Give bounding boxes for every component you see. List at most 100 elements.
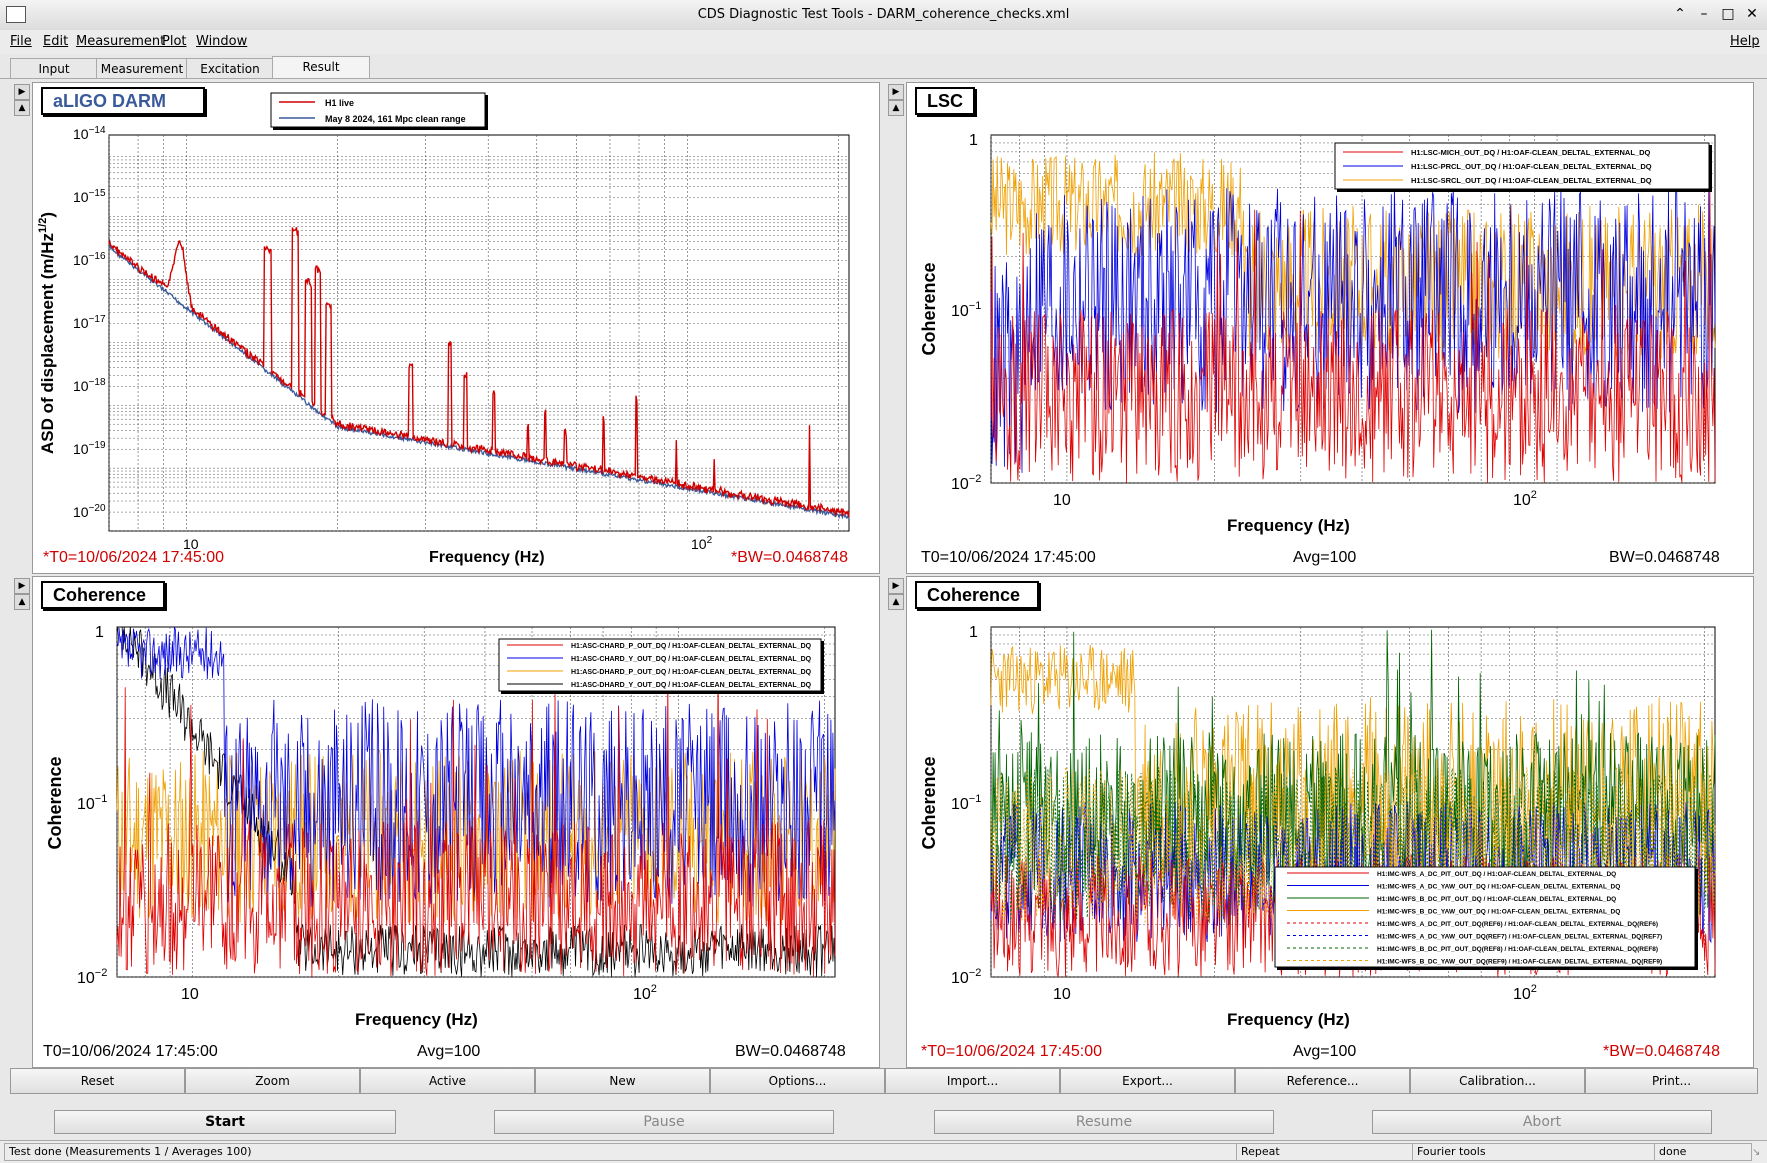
legend: H1:ASC-CHARD_P_OUT_DQ / H1:OAF-CLEAN_DEL… — [498, 638, 824, 694]
legend: H1:LSC-MICH_OUT_DQ / H1:OAF-CLEAN_DELTAL… — [1334, 142, 1712, 192]
x-axis-label: Frequency (Hz) — [1227, 1010, 1350, 1029]
y-tick-labels: 10−14 10−15 10−16 10−17 10−18 10−19 10−2… — [73, 125, 106, 520]
x-axis-label: Frequency (Hz) — [355, 1010, 478, 1029]
legend-entry: H1:ASC-CHARD_P_OUT_DQ / H1:OAF-CLEAN_DEL… — [571, 643, 812, 650]
t0-label: T0=10/06/2024 17:45:00 — [43, 1043, 218, 1060]
x-tick-labels: 10 102 — [1053, 983, 1537, 1003]
legend-entry: H1:IMC-WFS_B_DC_PIT_OUT_DQ / H1:OAF-CLEA… — [1377, 896, 1616, 903]
tab-bar: Input Measurement Excitation Result — [0, 56, 1767, 80]
menu-edit[interactable]: Edit — [43, 34, 68, 49]
maximize-button[interactable]: □ — [1718, 4, 1738, 24]
expand-arrow-icon[interactable]: ▶ — [888, 578, 904, 594]
legend-entry: H1:IMC-WFS_B_DC_YAW_OUT_DQ / H1:OAF-CLEA… — [1377, 909, 1620, 916]
menu-help[interactable]: Help — [1730, 34, 1760, 49]
bw-label: BW=0.0468748 — [735, 1043, 846, 1060]
resume-button[interactable]: Resume — [934, 1110, 1274, 1134]
expand-arrow-icon[interactable]: ▶ — [888, 84, 904, 100]
calibration-button[interactable]: Calibration... — [1410, 1068, 1585, 1094]
t0-label: *T0=10/06/2024 17:45:00 — [921, 1043, 1103, 1060]
y-tick-labels: 1 10−1 10−2 — [77, 624, 107, 987]
menu-file[interactable]: File — [10, 34, 32, 49]
svg-text:10−1: 10−1 — [951, 793, 981, 813]
svg-text:10−18: 10−18 — [73, 377, 106, 394]
avg-label: Avg=100 — [1293, 1043, 1357, 1060]
import-button[interactable]: Import... — [885, 1068, 1060, 1094]
t0-label: T0=10/06/2024 17:45:00 — [921, 549, 1096, 566]
svg-text:10: 10 — [1053, 492, 1071, 509]
expand-arrow-icon[interactable]: ▶ — [14, 84, 30, 100]
expand-arrow-icon[interactable]: ▶ — [14, 578, 30, 594]
plot-panel-darm[interactable]: H1 live May 8 2024, 161 Mpc clean range … — [32, 82, 880, 574]
avg-label: Avg=100 — [417, 1043, 481, 1060]
new-button[interactable]: New — [535, 1068, 710, 1094]
reset-button[interactable]: Reset — [10, 1068, 185, 1094]
legend-entry: H1:IMC-WFS_B_DC_YAW_OUT_DQ(REF9) / H1:OA… — [1377, 959, 1662, 966]
menu-bar: File Edit Measurement Plot Window Help — [0, 30, 1767, 54]
legend-entry: H1:IMC-WFS_A_DC_YAW_OUT_DQ / H1:OAF-CLEA… — [1377, 884, 1620, 891]
svg-text:10−16: 10−16 — [73, 251, 106, 268]
svg-text:10−1: 10−1 — [951, 300, 981, 320]
menu-measurement[interactable]: Measurement — [76, 34, 165, 49]
darm-plot[interactable]: H1 live May 8 2024, 161 Mpc clean range … — [33, 83, 879, 573]
y-axis-label: Coherence — [919, 756, 939, 849]
tab-result[interactable]: Result — [272, 56, 370, 79]
svg-text:10: 10 — [1053, 986, 1071, 1003]
panel-title: aLIGO DARM — [41, 87, 205, 115]
imc-plot[interactable]: H1:IMC-WFS_A_DC_PIT_OUT_DQ / H1:OAF-CLEA… — [907, 577, 1753, 1067]
x-tick-labels: 10 102 — [181, 983, 657, 1003]
tab-input[interactable]: Input — [10, 58, 98, 79]
status-state: done — [1654, 1143, 1752, 1161]
collapse-arrow-icon[interactable]: ▲ — [14, 594, 30, 610]
chevron-up-icon[interactable]: ⌃ — [1670, 4, 1690, 24]
legend-entry: H1:LSC-MICH_OUT_DQ / H1:OAF-CLEAN_DELTAL… — [1411, 148, 1650, 157]
abort-button[interactable]: Abort — [1372, 1110, 1712, 1134]
tab-measurement[interactable]: Measurement — [96, 58, 188, 79]
zoom-button[interactable]: Zoom — [185, 1068, 360, 1094]
legend-entry: H1:IMC-WFS_B_DC_PIT_OUT_DQ(REF8) / H1:OA… — [1377, 946, 1658, 953]
svg-text:1: 1 — [95, 624, 104, 641]
svg-text:1: 1 — [969, 132, 978, 149]
options-button[interactable]: Options... — [710, 1068, 885, 1094]
minimize-button[interactable]: – — [1694, 4, 1714, 24]
collapse-arrow-icon[interactable]: ▲ — [14, 100, 30, 116]
y-tick-labels: 1 10−1 10−2 — [951, 624, 981, 987]
svg-text:10−17: 10−17 — [73, 314, 106, 331]
y-axis-label: Coherence — [919, 262, 939, 355]
plot-panel-asc[interactable]: H1:ASC-CHARD_P_OUT_DQ / H1:OAF-CLEAN_DEL… — [32, 576, 880, 1068]
y-axis-label: ASD of displacement (m/Hz1/2) — [37, 212, 57, 454]
asc-plot[interactable]: H1:ASC-CHARD_P_OUT_DQ / H1:OAF-CLEAN_DEL… — [33, 577, 879, 1067]
menu-window[interactable]: Window — [196, 34, 247, 49]
legend-entry: H1 live — [325, 98, 354, 108]
export-button[interactable]: Export... — [1060, 1068, 1235, 1094]
menu-plot[interactable]: Plot — [162, 34, 187, 49]
status-bar: Test done (Measurements 1 / Averages 100… — [0, 1140, 1767, 1163]
status-tool: Fourier tools — [1412, 1143, 1656, 1161]
svg-text:102: 102 — [1513, 489, 1537, 509]
svg-text:10−15: 10−15 — [73, 188, 106, 205]
pause-button[interactable]: Pause — [494, 1110, 834, 1134]
start-button[interactable]: Start — [54, 1110, 396, 1134]
active-button[interactable]: Active — [360, 1068, 535, 1094]
legend-entry: H1:ASC-DHARD_P_OUT_DQ / H1:OAF-CLEAN_DEL… — [571, 669, 812, 676]
tab-excitation[interactable]: Excitation — [186, 58, 274, 79]
lsc-plot[interactable]: H1:LSC-MICH_OUT_DQ / H1:OAF-CLEAN_DELTAL… — [907, 83, 1753, 573]
legend-entry: H1:IMC-WFS_A_DC_PIT_OUT_DQ / H1:OAF-CLEA… — [1377, 871, 1616, 878]
close-button[interactable]: ✕ — [1742, 4, 1762, 24]
bw-label: BW=0.0468748 — [1609, 549, 1720, 566]
svg-text:102: 102 — [1513, 983, 1537, 1003]
y-tick-labels: 1 10−1 10−2 — [951, 132, 981, 493]
plot-panel-lsc[interactable]: H1:LSC-MICH_OUT_DQ / H1:OAF-CLEAN_DELTAL… — [906, 82, 1754, 574]
svg-text:1: 1 — [969, 624, 978, 641]
legend-entry: H1:LSC-PRCL_OUT_DQ / H1:OAF-CLEAN_DELTAL… — [1411, 162, 1652, 171]
resize-grip-icon[interactable]: ↘ — [1752, 1147, 1760, 1158]
legend: H1:IMC-WFS_A_DC_PIT_OUT_DQ / H1:OAF-CLEA… — [1274, 866, 1698, 970]
reference-button[interactable]: Reference... — [1235, 1068, 1410, 1094]
plot-panel-imc[interactable]: H1:IMC-WFS_A_DC_PIT_OUT_DQ / H1:OAF-CLEA… — [906, 576, 1754, 1068]
print-button[interactable]: Print... — [1585, 1068, 1758, 1094]
legend-entry: H1:IMC-WFS_A_DC_PIT_OUT_DQ(REF6) / H1:OA… — [1377, 921, 1658, 928]
collapse-arrow-icon[interactable]: ▲ — [888, 100, 904, 116]
status-mode: Repeat — [1236, 1143, 1414, 1161]
collapse-arrow-icon[interactable]: ▲ — [888, 594, 904, 610]
svg-text:10−2: 10−2 — [77, 967, 107, 987]
svg-text:10−20: 10−20 — [73, 503, 106, 520]
